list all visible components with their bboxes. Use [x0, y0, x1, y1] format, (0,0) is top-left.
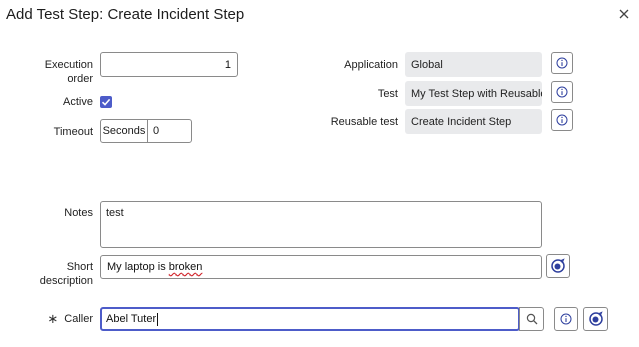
misspelled-word: broken	[168, 261, 203, 273]
info-icon	[560, 313, 572, 325]
test-value: My Test Step with Reusable	[405, 81, 542, 106]
execution-order-input[interactable]: 1	[100, 52, 238, 77]
short-description-input[interactable]: My laptop is broken	[100, 255, 542, 279]
suggestion-icon	[588, 311, 603, 326]
application-value: Global	[405, 52, 542, 77]
info-icon	[556, 114, 568, 126]
timeout-input[interactable]: 0	[148, 120, 191, 142]
info-icon	[556, 57, 568, 69]
notes-value: test	[106, 207, 124, 219]
search-icon	[526, 313, 537, 325]
close-button[interactable]	[616, 6, 632, 22]
reusable-test-info-button[interactable]	[551, 109, 573, 131]
close-icon	[619, 9, 629, 19]
required-indicator: ∗	[47, 311, 59, 326]
caller-info-button[interactable]	[554, 307, 578, 331]
active-label: Active	[63, 96, 93, 108]
notes-label: Notes	[64, 207, 93, 219]
caller-input[interactable]: Abel Tuter	[100, 307, 520, 331]
short-description-text: My laptop is	[107, 261, 169, 273]
notes-textarea[interactable]: test	[100, 201, 542, 248]
reusable-test-value: Create Incident Step	[405, 109, 542, 134]
execution-order-value: 1	[224, 58, 231, 71]
active-checkbox[interactable]	[100, 96, 112, 108]
caller-label: Caller	[64, 313, 93, 325]
execution-order-label: Execution order	[44, 59, 93, 85]
reusable-test-label: Reusable test	[330, 116, 398, 128]
caller-value: Abel Tuter	[106, 313, 157, 325]
caller-suggest-button[interactable]	[583, 307, 608, 331]
test-info-button[interactable]	[551, 81, 573, 103]
application-info-button[interactable]	[551, 52, 573, 74]
suggestion-icon	[551, 258, 565, 273]
short-description-suggest-button[interactable]	[546, 254, 570, 278]
text-cursor	[157, 312, 159, 326]
short-description-label: Short description	[39, 261, 93, 287]
caller-label-group: ∗ Caller	[20, 312, 93, 326]
test-label: Test	[377, 88, 398, 100]
dialog-title: Add Test Step: Create Incident Step	[6, 6, 245, 23]
application-label: Application	[344, 59, 398, 71]
timeout-field: Seconds 0	[100, 119, 192, 143]
timeout-label: Timeout	[53, 126, 93, 138]
checkmark-icon	[101, 98, 111, 106]
timeout-unit: Seconds	[101, 120, 148, 142]
info-icon	[556, 86, 568, 98]
caller-search-button[interactable]	[519, 307, 544, 331]
